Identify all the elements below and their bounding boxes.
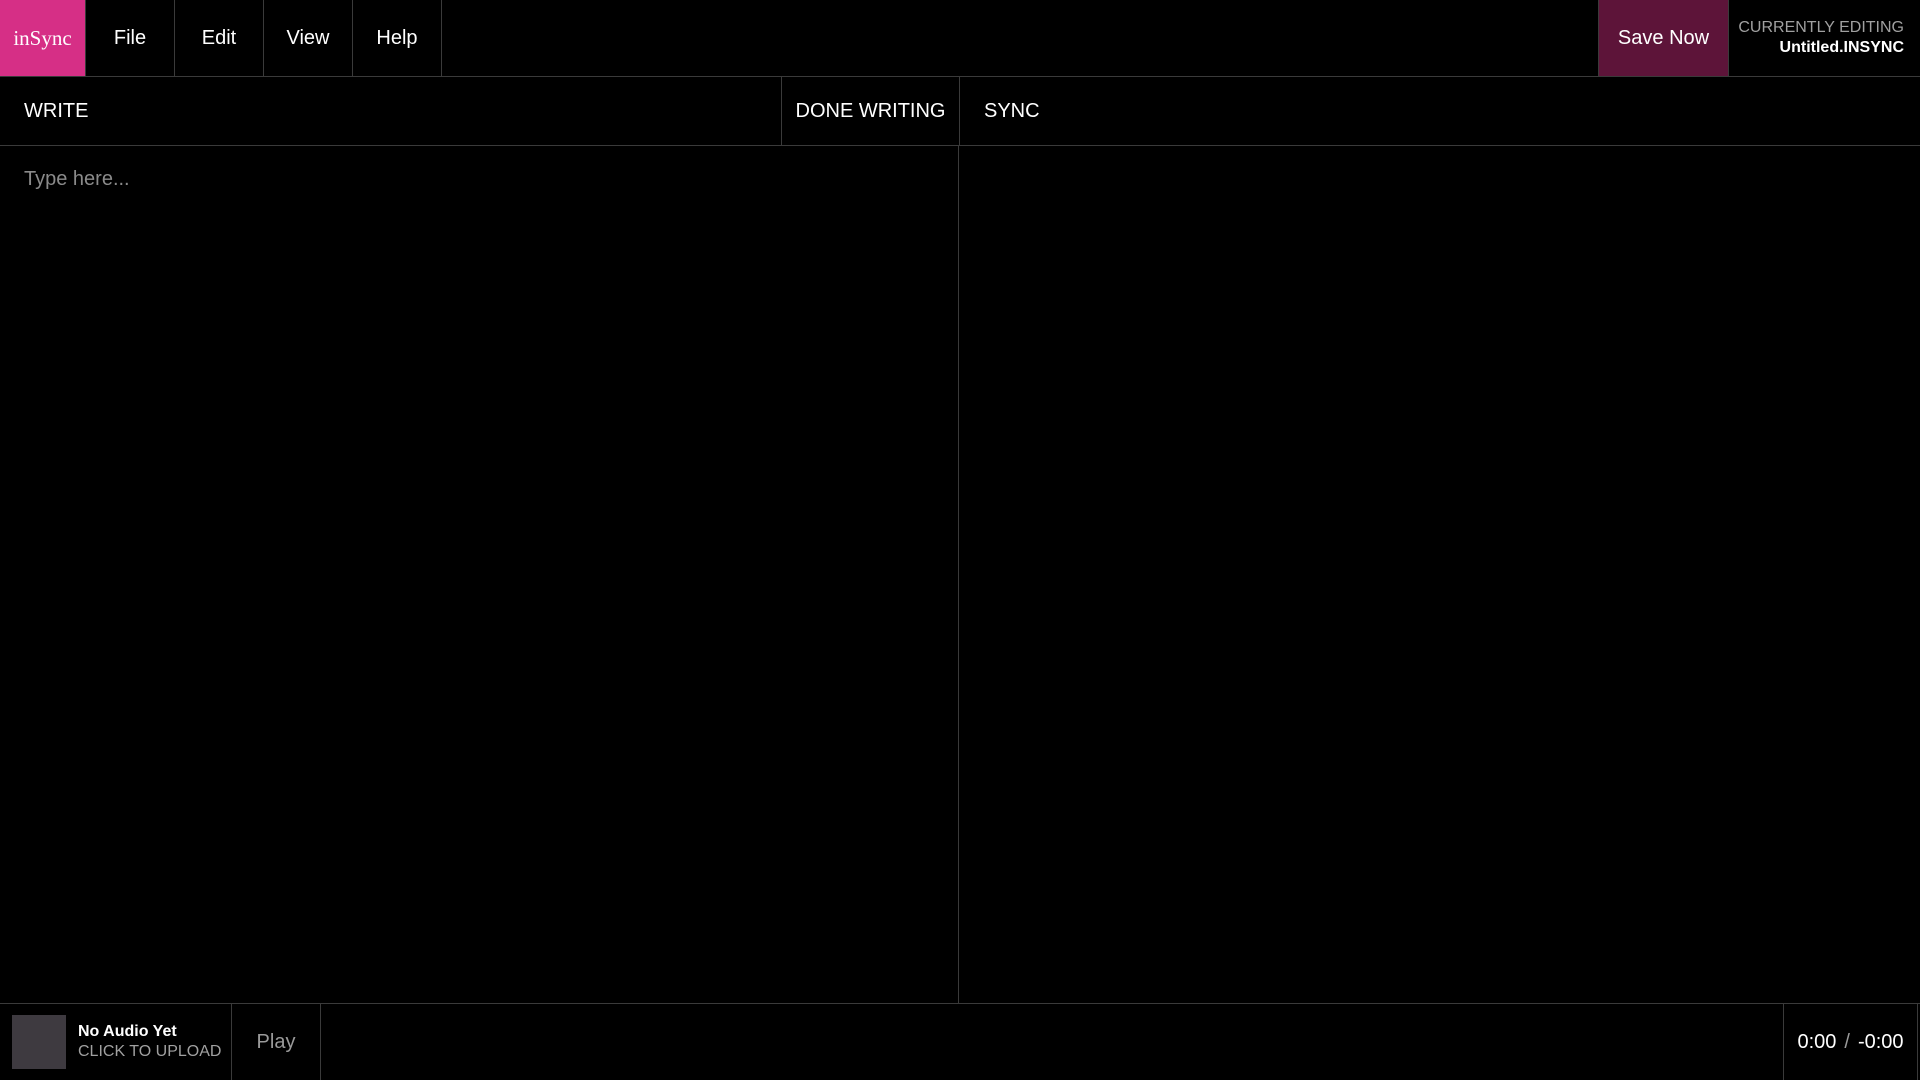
time-separator: / — [1844, 1030, 1850, 1053]
play-button[interactable]: Play — [232, 1004, 321, 1080]
save-now-button[interactable]: Save Now — [1598, 0, 1729, 76]
menu-help[interactable]: Help — [353, 0, 442, 76]
currently-editing-label: CURRENTLY EDITING — [1738, 19, 1904, 36]
audio-title: No Audio Yet — [78, 1023, 177, 1040]
done-writing-button[interactable]: DONE WRITING — [781, 77, 960, 145]
sync-pane — [960, 146, 1920, 1003]
remaining-time: -0:00 — [1857, 1030, 1904, 1053]
time-display: 0:00 / -0:00 — [1783, 1004, 1918, 1080]
audio-upload-area[interactable]: No Audio Yet CLICK TO UPLOAD — [0, 1004, 232, 1080]
app-logo: inSync — [0, 0, 86, 76]
audio-info: No Audio Yet CLICK TO UPLOAD — [78, 1022, 221, 1062]
section-header-bar: WRITE DONE WRITING SYNC — [0, 77, 1920, 146]
current-time: 0:00 — [1797, 1030, 1837, 1053]
audio-thumbnail — [12, 1015, 66, 1069]
current-file-name: Untitled.INSYNC — [1779, 39, 1904, 56]
audio-upload-hint: CLICK TO UPLOAD — [78, 1043, 222, 1060]
sync-section-title: SYNC — [984, 99, 1040, 122]
menu-edit[interactable]: Edit — [175, 0, 264, 76]
write-section-title: WRITE — [24, 99, 89, 122]
menu-file[interactable]: File — [86, 0, 175, 76]
menu-bar-spacer — [442, 0, 1598, 76]
menu-bar: inSync File Edit View Help Save Now CURR… — [0, 0, 1920, 77]
write-pane — [0, 146, 959, 1003]
menu-view[interactable]: View — [264, 0, 353, 76]
player-bar: No Audio Yet CLICK TO UPLOAD Play 0:00 /… — [0, 1003, 1920, 1080]
write-text-input[interactable] — [0, 146, 958, 1003]
currently-editing-info: CURRENTLY EDITING Untitled.INSYNC — [1729, 0, 1920, 76]
